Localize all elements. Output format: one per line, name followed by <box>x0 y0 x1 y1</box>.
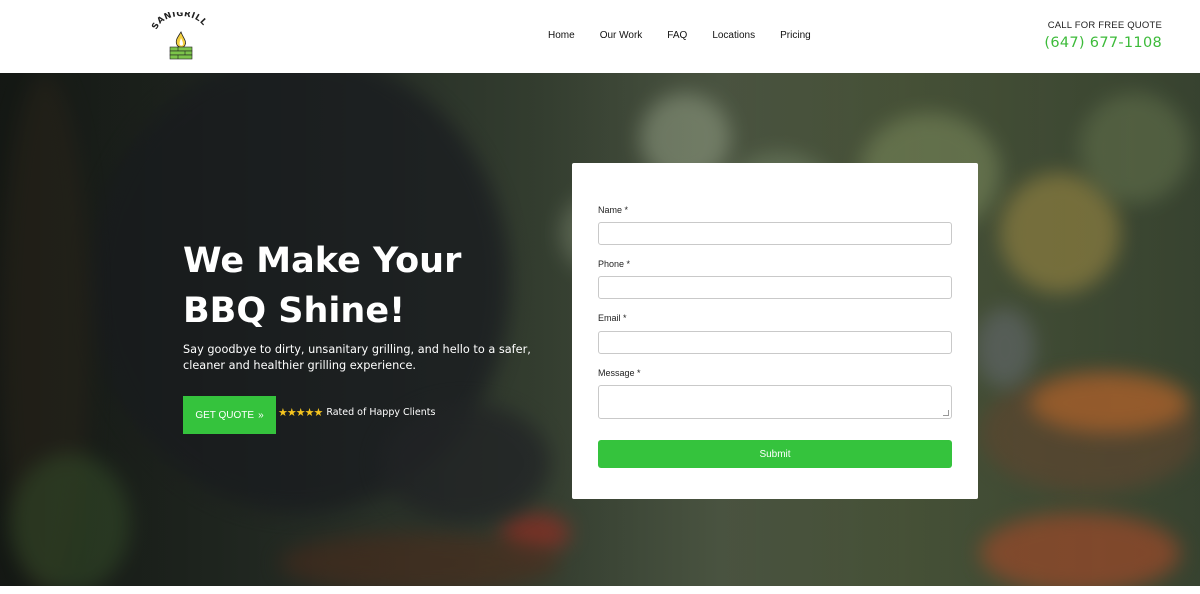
email-field[interactable] <box>598 331 952 354</box>
cta-phone-link[interactable]: (647) 677-1108 <box>1044 35 1162 51</box>
rating: ★★★★★ Rated of Happy Clients <box>278 406 435 419</box>
sanigrill-logo[interactable]: SANIGRILL <box>150 9 212 64</box>
resize-handle-icon[interactable] <box>943 410 949 416</box>
star-rating-icon: ★★★★★ <box>278 406 323 419</box>
site-header: SANIGRILL Home Our Work FAQ Locations Pr… <box>0 0 1200 73</box>
get-quote-label: GET QUOTE <box>195 409 255 421</box>
name-field[interactable] <box>598 222 952 245</box>
call-cta: CALL FOR FREE QUOTE (647) 677-1108 <box>1044 20 1162 51</box>
nav-home[interactable]: Home <box>548 30 575 41</box>
double-chevron-right-icon: » <box>258 409 264 421</box>
hero-subtitle: Say goodbye to dirty, unsanitary grillin… <box>183 343 531 372</box>
main-nav: Home Our Work FAQ Locations Pricing <box>548 30 836 41</box>
message-label: Message * <box>598 368 641 378</box>
rating-text: Rated of Happy Clients <box>326 407 436 418</box>
nav-faq[interactable]: FAQ <box>667 30 687 41</box>
hero-title: We Make Your BBQ Shine! <box>183 236 513 336</box>
svg-text:SANIGRILL: SANIGRILL <box>150 12 209 31</box>
cta-label: CALL FOR FREE QUOTE <box>1047 20 1162 31</box>
name-label: Name * <box>598 205 629 215</box>
nav-locations[interactable]: Locations <box>712 30 755 41</box>
message-field[interactable] <box>598 385 952 419</box>
phone-field[interactable] <box>598 276 952 299</box>
email-label: Email * <box>598 313 627 323</box>
submit-button[interactable]: Submit <box>598 440 952 468</box>
hero-title-line-1: We Make Your <box>183 241 462 281</box>
quote-form: Name * Phone * Email * Message * Submit <box>572 163 978 499</box>
phone-label: Phone * <box>598 259 631 269</box>
hero-title-line-2: BBQ Shine! <box>183 291 406 331</box>
get-quote-button[interactable]: GET QUOTE » <box>183 396 276 434</box>
nav-pricing[interactable]: Pricing <box>780 30 811 41</box>
nav-our-work[interactable]: Our Work <box>600 30 643 41</box>
